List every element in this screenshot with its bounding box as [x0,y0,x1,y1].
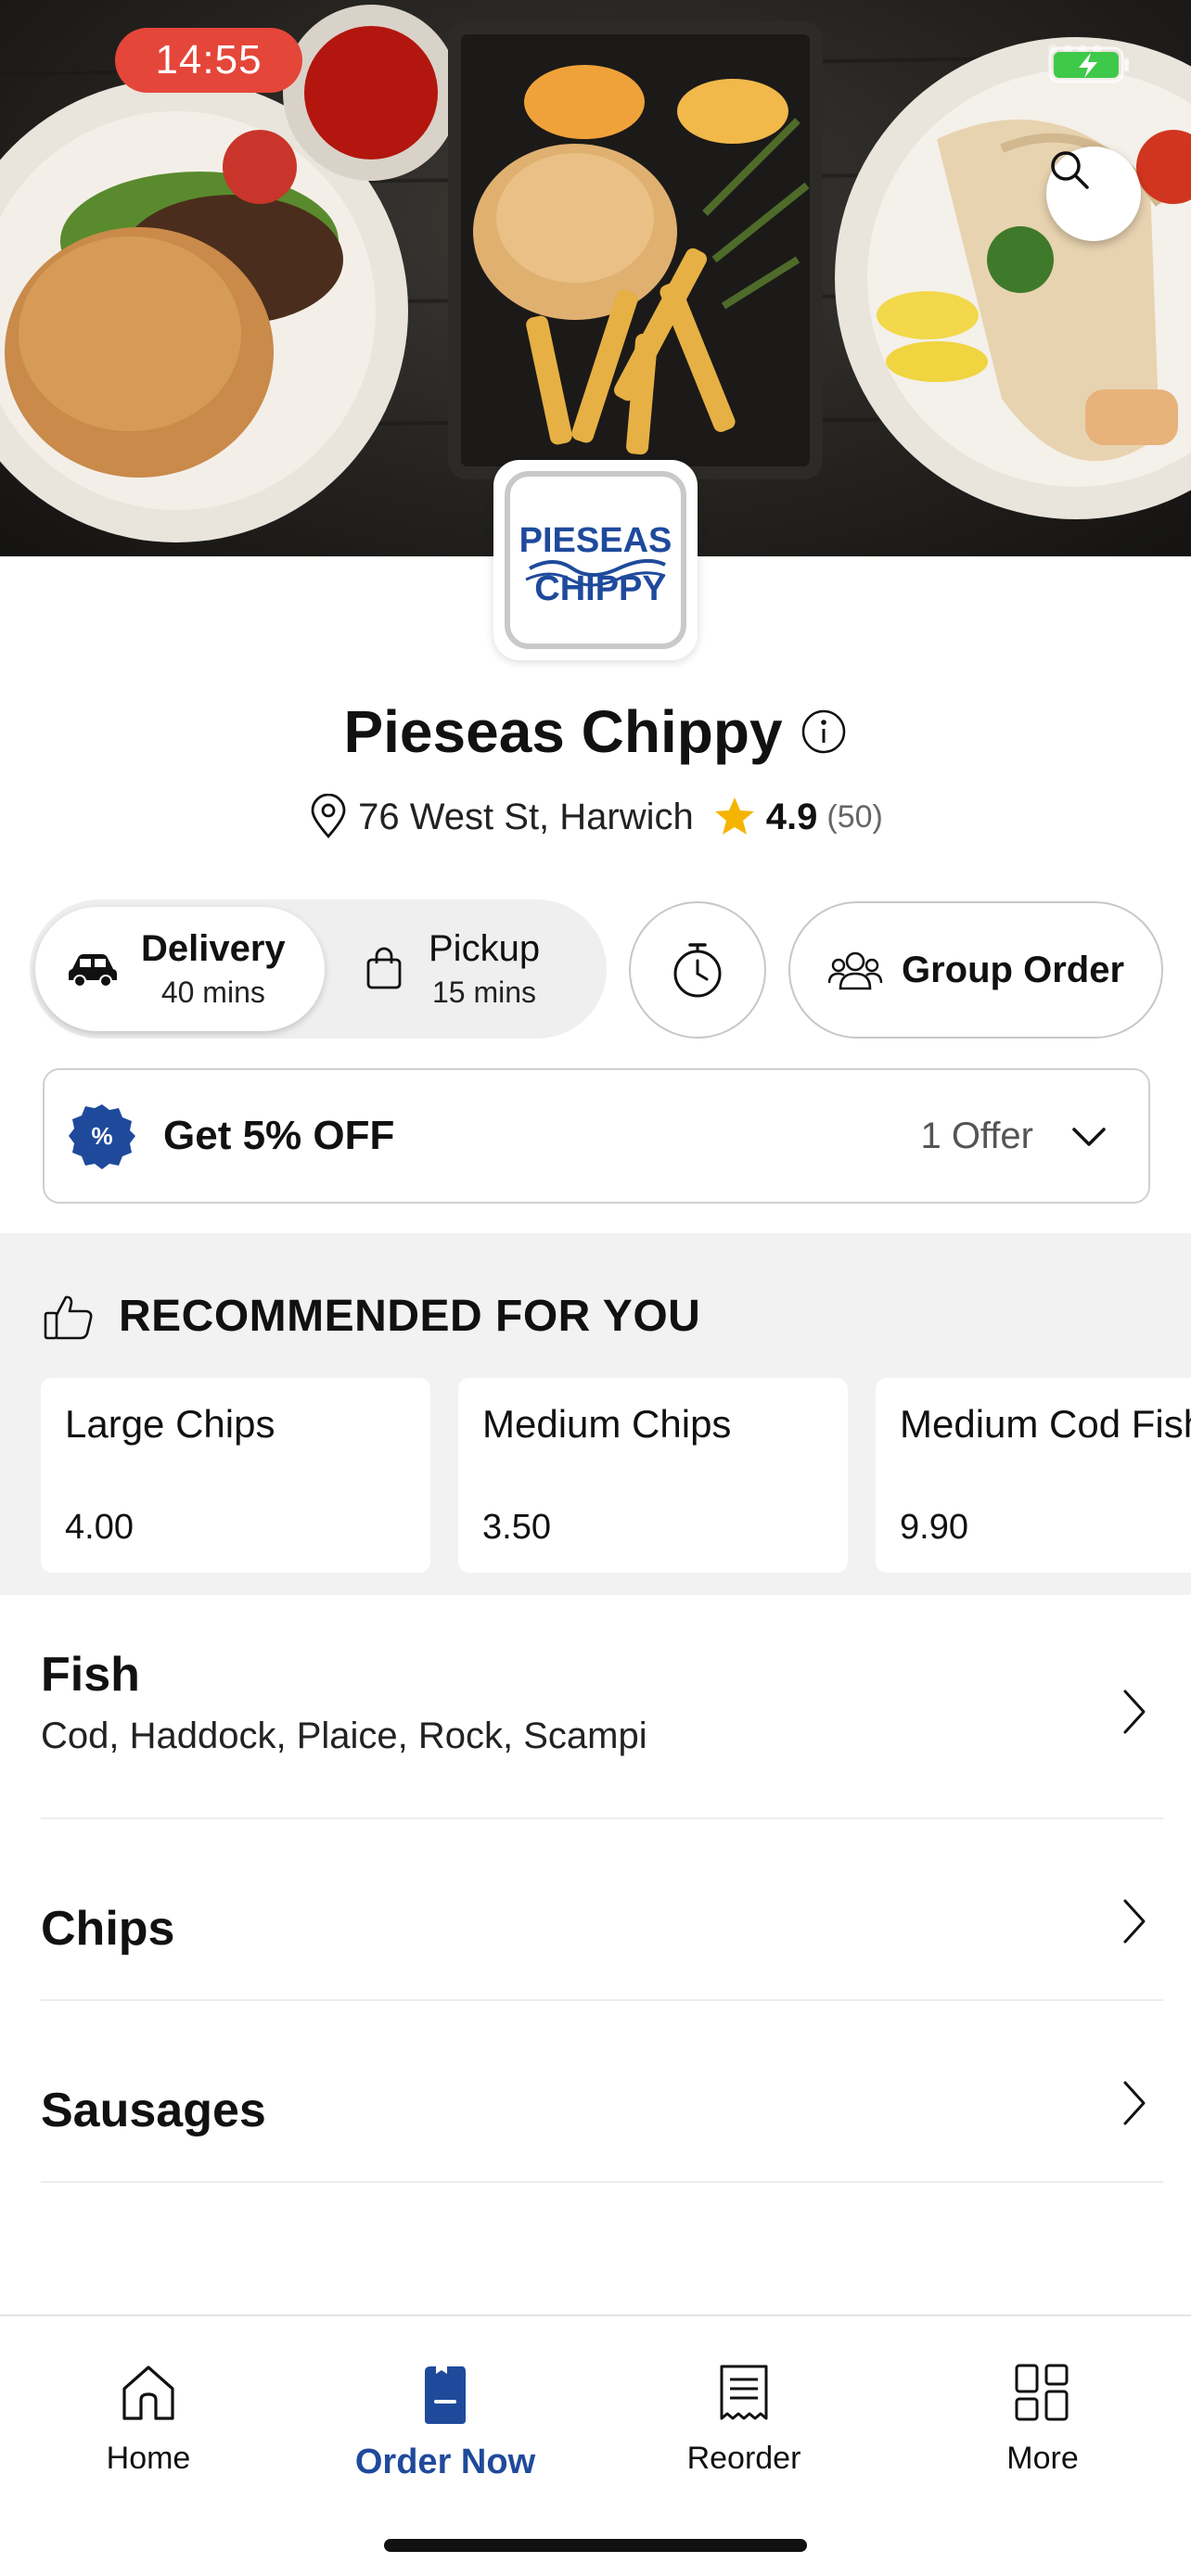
discount-badge-icon: % [69,1104,135,1169]
recommended-item[interactable]: Medium Chips 3.50 [458,1378,848,1573]
recommended-item[interactable]: Large Chips 4.00 [41,1378,430,1573]
offer-banner[interactable]: % Get 5% OFF 1 Offer [43,1068,1150,1204]
home-icon [122,2366,174,2420]
recommended-header: RECOMMENDED FOR YOU [43,1291,700,1342]
group-order-label: Group Order [901,949,1125,990]
nav-reorder[interactable]: Reorder [623,2363,864,2477]
star-icon [714,797,754,835]
store-rating-count: (50) [826,798,883,835]
discount-badge-symbol: % [91,1122,112,1150]
chevron-right-icon [1123,2081,1146,2125]
delivery-time: 40 mins [160,976,265,1009]
pickup-option[interactable]: Pickup 15 mins [364,907,601,1031]
group-order-button[interactable]: Group Order [788,901,1163,1039]
grid-icon [1015,2364,1069,2421]
status-indicators [1048,45,1129,83]
order-icon [425,2366,466,2424]
offer-title: Get 5% OFF [163,1113,395,1158]
nav-home[interactable]: Home [28,2363,269,2477]
recommended-item-name: Medium Chips [482,1402,732,1446]
recommended-item-price: 3.50 [482,1508,551,1547]
home-indicator[interactable] [384,2539,807,2552]
nav-home-label: Home [106,2441,191,2476]
pickup-time: 15 mins [432,976,537,1009]
shopping-bag-icon [366,947,402,989]
car-icon [69,954,117,988]
chevron-down-icon[interactable] [1070,1124,1108,1148]
search-icon [1051,151,1089,189]
store-rating: 4.9 [765,796,818,837]
nav-order-now[interactable]: Order Now [325,2363,566,2482]
thumbs-up-icon [44,1295,93,1339]
nav-reorder-label: Reorder [686,2441,801,2476]
recommended-section: RECOMMENDED FOR YOU Large Chips 4.00 Med… [0,1233,1191,1595]
category-row-chips[interactable]: Chips [41,1819,1163,2001]
bottom-navigation: Home Order Now Reorder More [0,2315,1191,2576]
recommended-item-name: Medium Cod Fish [900,1402,1191,1446]
location-pin-icon [311,794,346,839]
delivery-option[interactable]: Delivery 40 mins [35,907,325,1031]
logo-text-line2: CHIPPY [534,569,665,608]
recommended-item-name: Large Chips [65,1402,275,1446]
recommended-carousel[interactable]: Large Chips 4.00 Medium Chips 3.50 Mediu… [41,1378,1191,1573]
info-icon[interactable] [800,708,848,756]
nav-more-label: More [1006,2441,1079,2476]
stopwatch-icon [673,943,722,998]
recommended-item[interactable]: Medium Cod Fish 9.90 [876,1378,1191,1573]
recommended-item-price: 9.90 [900,1508,968,1547]
store-address: 76 West St, Harwich [358,796,694,837]
group-users-icon [827,951,883,990]
store-logo: PIESEAS CHIPPY [493,460,698,660]
category-row-fish[interactable]: Fish Cod, Haddock, Plaice, Rock, Scampi [41,1647,1163,1819]
order-mode-toggle[interactable]: Delivery 40 mins Pickup 15 mins [30,899,607,1039]
store-header: Pieseas Chippy [0,697,1191,766]
recommended-item-price: 4.00 [65,1508,134,1547]
store-address-row: 76 West St, Harwich 4.9 (50) [0,794,1191,840]
category-name: Fish [41,1648,140,1702]
delivery-label: Delivery [141,928,286,969]
category-description: Cod, Haddock, Plaice, Rock, Scampi [41,1715,647,1756]
receipt-icon [720,2365,768,2420]
search-button[interactable] [1046,147,1141,241]
recommended-title: RECOMMENDED FOR YOU [119,1292,701,1341]
category-name: Sausages [41,2084,266,2137]
category-name: Chips [41,1902,175,1956]
category-row-sausages[interactable]: Sausages [41,2001,1163,2183]
chevron-right-icon [1123,1690,1146,1734]
store-name: Pieseas Chippy [343,698,783,765]
nav-order-now-label: Order Now [354,2442,536,2481]
nav-more[interactable]: More [922,2363,1163,2477]
pickup-label: Pickup [429,928,541,969]
status-time: 14:55 [115,28,302,93]
store-logo-graphic: PIESEAS CHIPPY [519,521,672,608]
schedule-button[interactable] [629,901,766,1039]
logo-text-line1: PIESEAS [519,521,672,560]
battery-charging-icon [1048,46,1129,83]
chevron-right-icon [1123,1899,1146,1944]
offer-count: 1 Offer [920,1115,1033,1156]
